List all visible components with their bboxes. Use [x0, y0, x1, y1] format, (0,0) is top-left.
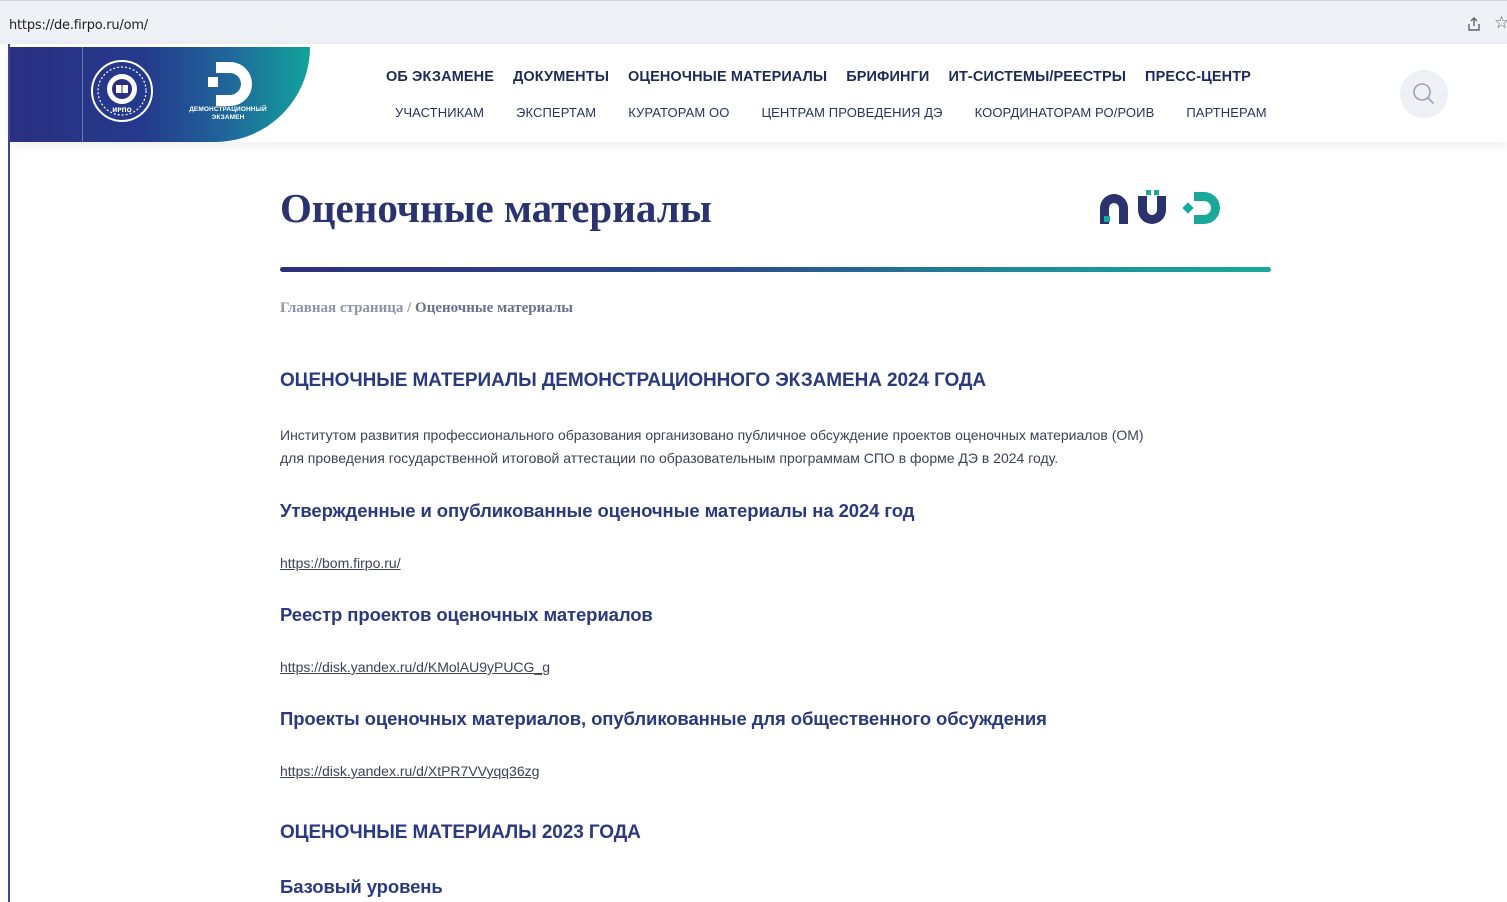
irpo-emblem-icon: ИРПО: [91, 60, 153, 122]
share-icon[interactable]: [1466, 16, 1482, 32]
search-icon: [1413, 83, 1434, 104]
intro-line-1: Институтом развития профессионального об…: [280, 427, 1144, 443]
browser-address-bar[interactable]: https://de.firpo.ru/om/ ☆: [0, 0, 1507, 44]
aud-logo-icon: [1100, 190, 1220, 224]
approved-materials-heading: Утвержденные и опубликованные оценочные …: [280, 500, 915, 521]
search-button[interactable]: [1400, 70, 1448, 118]
nav-coordinators[interactable]: КООРДИНАТОРАМ РО/РОИВ: [975, 105, 1155, 120]
breadcrumb-current: Оценочные материалы: [415, 300, 573, 316]
address-url[interactable]: https://de.firpo.ru/om/: [9, 18, 148, 33]
primary-nav: ОБ ЭКЗАМЕНЕ ДОКУМЕНТЫ ОЦЕНОЧНЫЕ МАТЕРИАЛ…: [386, 69, 1270, 85]
site-header: ИРПО ДЕМОНСТРАЦИОННЫЙ ЭКЗАМЕН ОБ ЭКЗАМЕН…: [10, 44, 1507, 142]
section-2024-heading: ОЦЕНОЧНЫЕ МАТЕРИАЛЫ ДЕМОНСТРАЦИОННОГО ЭК…: [280, 370, 986, 391]
emblem-text: ИРПО: [112, 107, 132, 114]
breadcrumb: Главная страница / Оценочные материалы: [280, 300, 573, 317]
logo-block[interactable]: ИРПО ДЕМОНСТРАЦИОННЫЙ ЭКЗАМЕН: [10, 47, 310, 142]
registry-heading: Реестр проектов оценочных материалов: [280, 604, 653, 625]
logo-caption: ДЕМОНСТРАЦИОННЫЙ ЭКЗАМЕН: [189, 106, 267, 121]
section-2024-intro: Институтом развития профессионального об…: [280, 424, 1280, 470]
basic-level-heading: Базовый уровень: [280, 876, 443, 897]
intro-line-2: для проведения государственной итоговой …: [280, 450, 1059, 466]
breadcrumb-separator: /: [407, 300, 412, 316]
secondary-nav: УЧАСТНИКАМ ЭКСПЕРТАМ КУРАТОРАМ ОО ЦЕНТРА…: [395, 105, 1299, 120]
approved-materials-link[interactable]: https://bom.firpo.ru/: [280, 555, 401, 571]
drafts-link[interactable]: https://disk.yandex.ru/d/XtPR7VVyqq36zg: [280, 763, 539, 779]
nav-exam-centers[interactable]: ЦЕНТРАМ ПРОВЕДЕНИЯ ДЭ: [761, 105, 942, 120]
nav-documents[interactable]: ДОКУМЕНТЫ: [513, 69, 609, 85]
nav-about-exam[interactable]: ОБ ЭКЗАМЕНЕ: [386, 69, 494, 85]
section-2023-heading: ОЦЕНОЧНЫЕ МАТЕРИАЛЫ 2023 ГОДА: [280, 822, 641, 843]
drafts-heading: Проекты оценочных материалов, опубликова…: [280, 708, 1047, 729]
nav-partners[interactable]: ПАРТНЕРАМ: [1186, 105, 1266, 120]
bookmark-star-icon[interactable]: ☆: [1494, 13, 1507, 33]
nav-press-center[interactable]: ПРЕСС-ЦЕНТР: [1145, 69, 1251, 85]
nav-experts[interactable]: ЭКСПЕРТАМ: [516, 105, 596, 120]
web-page: ИРПО ДЕМОНСТРАЦИОННЫЙ ЭКЗАМЕН ОБ ЭКЗАМЕН…: [8, 44, 1507, 902]
nav-briefings[interactable]: БРИФИНГИ: [846, 69, 929, 85]
nav-participants[interactable]: УЧАСТНИКАМ: [395, 105, 484, 120]
nav-curators[interactable]: КУРАТОРАМ ОО: [628, 105, 729, 120]
nav-assessment-materials[interactable]: ОЦЕНОЧНЫЕ МАТЕРИАЛЫ: [628, 69, 827, 85]
title-divider: [280, 267, 1271, 272]
breadcrumb-home[interactable]: Главная страница: [280, 300, 403, 316]
logo-divider: [82, 47, 83, 142]
page-title: Оценочные материалы: [280, 185, 712, 231]
registry-link[interactable]: https://disk.yandex.ru/d/KMolAU9yPUCG_g: [280, 659, 550, 675]
nav-it-systems[interactable]: ИТ-СИСТЕМЫ/РЕЕСТРЫ: [948, 69, 1126, 85]
